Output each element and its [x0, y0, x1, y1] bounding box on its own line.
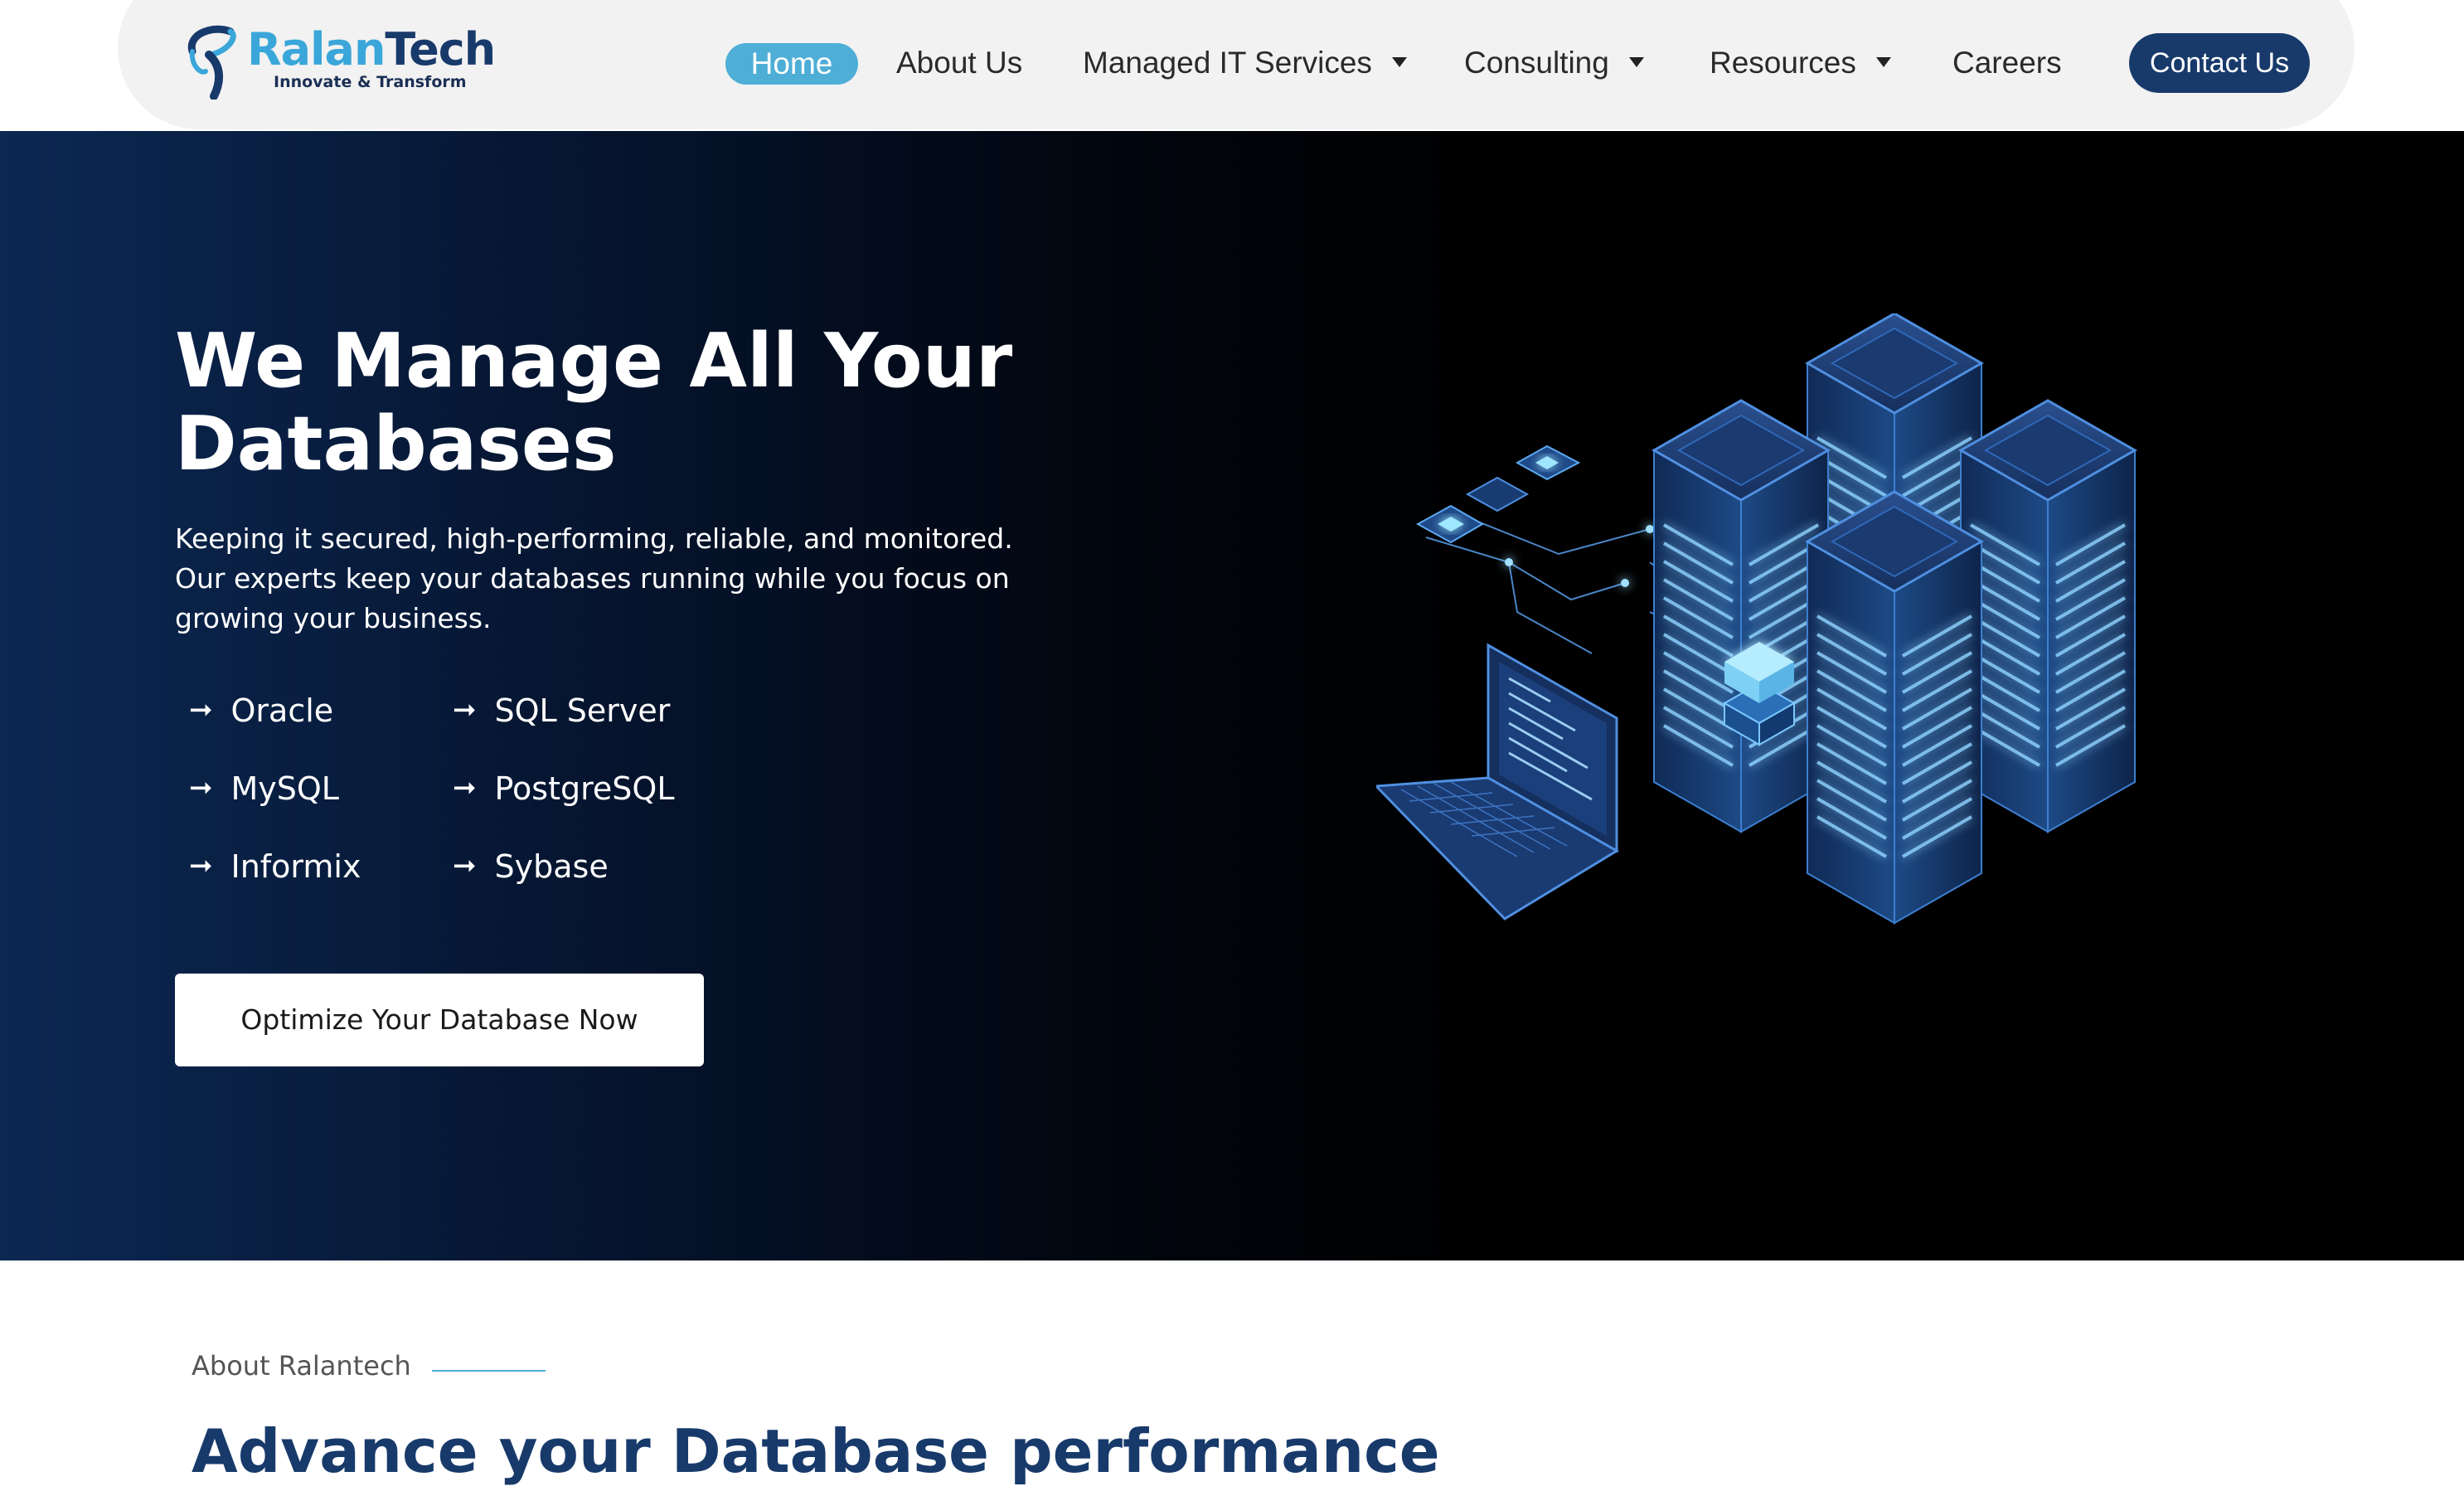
about-divider	[432, 1370, 546, 1372]
database-item-label: MySQL	[230, 770, 339, 807]
hero-title: We Manage All Your Databases	[175, 318, 1013, 488]
database-item-mysql: ➞ MySQL	[189, 768, 339, 809]
nav-resources-label: Resources	[1710, 46, 1856, 80]
logo-text: RalanTech	[247, 23, 496, 75]
site-header: RalanTech Innovate & Transform Home Abou…	[0, 0, 2464, 131]
caret-down-icon	[1628, 57, 1644, 68]
arrow-right-icon: ➞	[453, 849, 477, 882]
caret-down-icon	[1875, 57, 1891, 68]
nav-managed-it-services[interactable]: Managed IT Services	[1083, 38, 1407, 88]
arrow-right-icon: ➞	[189, 771, 213, 804]
nav-managed-it-services-label: Managed IT Services	[1083, 46, 1372, 80]
arrow-right-icon: ➞	[453, 771, 477, 804]
nav-careers[interactable]: Careers	[1952, 38, 2062, 88]
contact-us-button[interactable]: Contact Us	[2129, 33, 2310, 93]
about-title: Advance your Database performance	[192, 1416, 1440, 1486]
hero-subtitle: Keeping it secured, high-performing, rel…	[175, 522, 1013, 634]
about-label: About Ralantech	[192, 1350, 411, 1382]
database-item-label: Sybase	[494, 848, 609, 885]
database-item-label: PostgreSQL	[494, 770, 675, 807]
database-item-oracle: ➞ Oracle	[189, 690, 333, 731]
nav-consulting-label: Consulting	[1464, 46, 1609, 80]
database-item-label: Oracle	[230, 692, 334, 729]
logo[interactable]: RalanTech Innovate & Transform	[181, 17, 496, 100]
arrow-right-icon: ➞	[453, 693, 477, 726]
database-item-informix: ➞ Informix	[189, 846, 361, 887]
hero-section: We Manage All Your Databases Keeping it …	[0, 131, 2464, 1260]
database-item-label: Informix	[230, 848, 361, 885]
logo-mark-icon	[187, 25, 236, 100]
database-item-sql-server: ➞ SQL Server	[453, 690, 670, 731]
arrow-right-icon: ➞	[189, 849, 213, 882]
caret-down-icon	[1391, 57, 1407, 68]
optimize-database-button[interactable]: Optimize Your Database Now	[175, 974, 704, 1066]
database-item-label: SQL Server	[494, 692, 671, 729]
nav-consulting[interactable]: Consulting	[1464, 38, 1644, 88]
nav-home[interactable]: Home	[725, 43, 858, 85]
database-item-postgresql: ➞ PostgreSQL	[453, 768, 675, 809]
database-item-sybase: ➞ Sybase	[453, 846, 609, 887]
nav-about-us[interactable]: About Us	[896, 38, 1022, 88]
logo-tagline: Innovate & Transform	[274, 73, 467, 91]
arrow-right-icon: ➞	[189, 693, 213, 726]
database-servers-illustration	[1376, 313, 2172, 1035]
nav-resources[interactable]: Resources	[1710, 38, 1891, 88]
